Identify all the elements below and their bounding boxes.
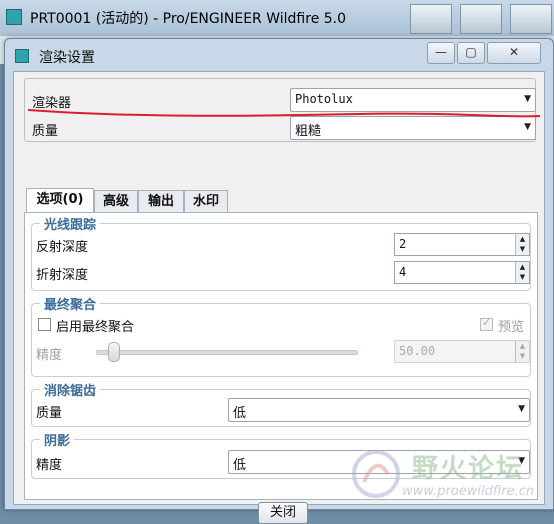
red-annotation-underline [27,109,541,118]
forum-watermark: 野火论坛 www.proewildfire.cn [340,440,554,510]
flame-logo-icon [352,450,400,498]
annotation-stroke [27,109,541,118]
watermark-url: www.proewildfire.cn [402,484,535,499]
watermark-text: 野火论坛 [412,454,525,484]
